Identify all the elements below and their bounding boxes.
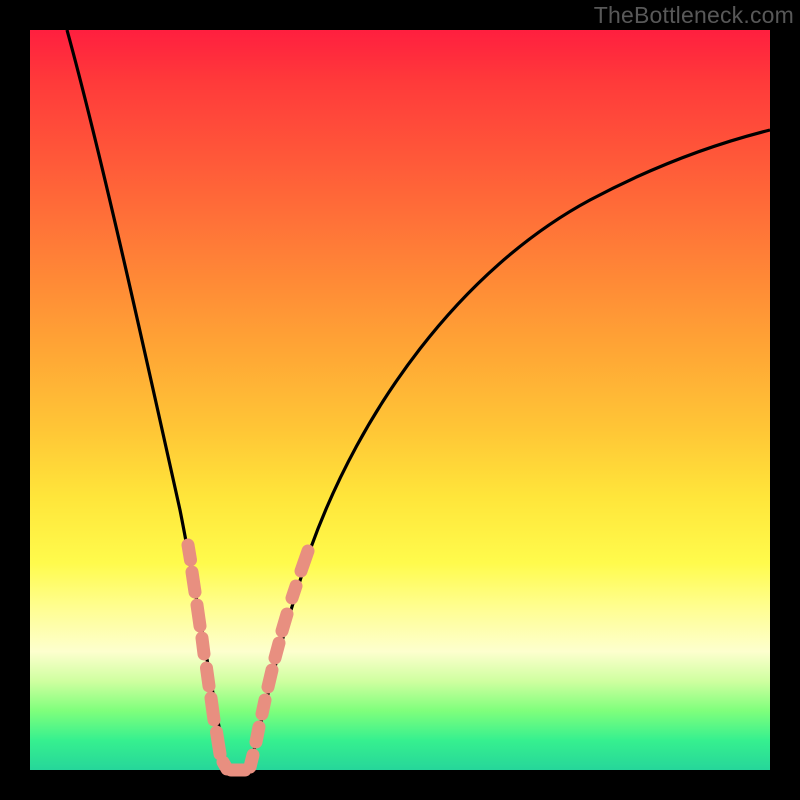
markers-right: [250, 551, 308, 767]
plot-area: [30, 30, 770, 770]
markers-left: [188, 545, 227, 769]
curve-layer: [30, 30, 770, 770]
curve-right-branch: [249, 130, 770, 770]
chart-canvas: TheBottleneck.com: [0, 0, 800, 800]
watermark-text: TheBottleneck.com: [594, 2, 794, 29]
